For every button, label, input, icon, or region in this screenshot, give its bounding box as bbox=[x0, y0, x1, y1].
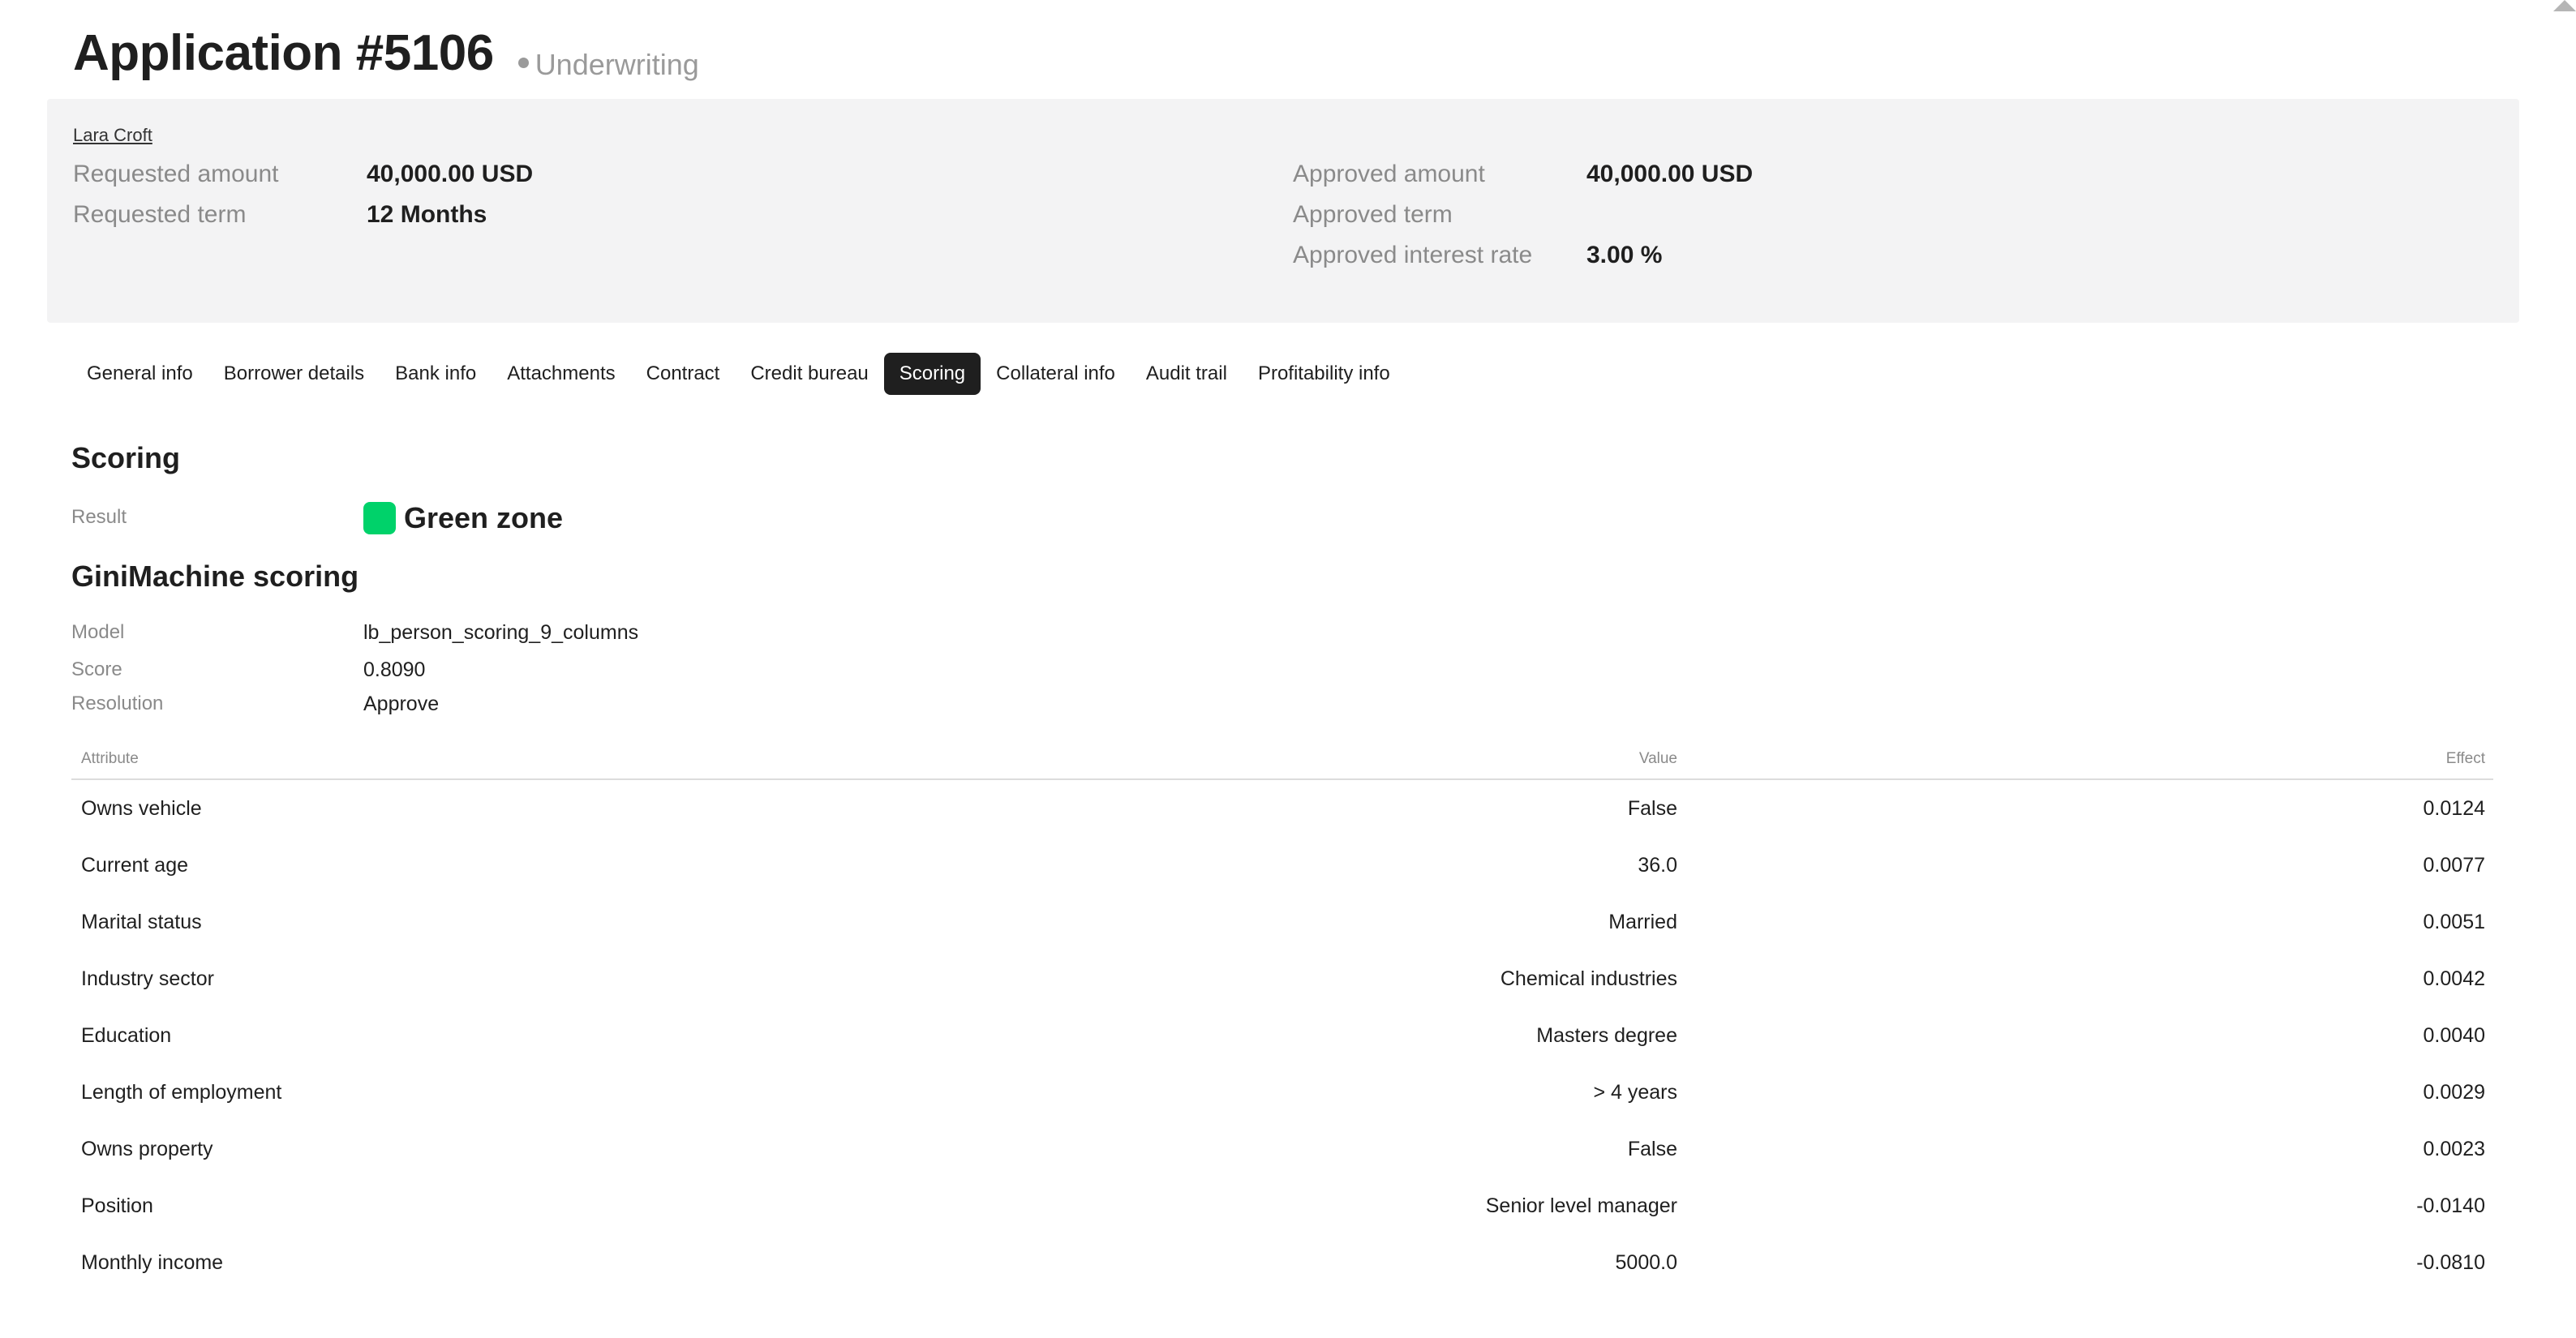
row-effect: -0.0140 bbox=[2416, 1194, 2485, 1217]
approved-term-label: Approved term bbox=[1293, 201, 1453, 228]
approved-term-row: Approved term bbox=[1293, 201, 1586, 229]
model-label: Model bbox=[71, 621, 125, 643]
resolution-label: Resolution bbox=[71, 693, 164, 714]
table-row: Owns vehicle False 0.0124 bbox=[71, 780, 2493, 837]
row-value: Chemical industries bbox=[1500, 967, 1677, 990]
row-effect: 0.0051 bbox=[2423, 910, 2485, 933]
row-effect: 0.0042 bbox=[2423, 967, 2485, 990]
scoring-attributes-table: Attribute Value Effect Owns vehicle False… bbox=[71, 740, 2493, 1291]
row-effect: 0.0023 bbox=[2423, 1137, 2485, 1160]
header-attribute: Attribute bbox=[81, 750, 139, 767]
score-label: Score bbox=[71, 658, 122, 680]
approved-amount-value: 40,000.00 USD bbox=[1586, 161, 1754, 187]
table-row: Position Senior level manager -0.0140 bbox=[71, 1177, 2493, 1234]
tab-attachments[interactable]: Attachments bbox=[492, 353, 630, 395]
score-value: 0.8090 bbox=[363, 658, 426, 681]
requested-amount-row: Requested amount 40,000.00 USD bbox=[73, 161, 533, 188]
row-value: 36.0 bbox=[1638, 853, 1677, 877]
requested-term-label: Requested term bbox=[73, 201, 247, 228]
row-attribute: Current age bbox=[81, 853, 189, 877]
table-row: Monthly income 5000.0 -0.0810 bbox=[71, 1234, 2493, 1291]
header-value: Value bbox=[1638, 750, 1677, 767]
row-effect: -0.0810 bbox=[2416, 1250, 2485, 1274]
row-value: Senior level manager bbox=[1485, 1194, 1677, 1217]
header-effect: Effect bbox=[2445, 750, 2485, 767]
result-label: Result bbox=[71, 506, 127, 528]
result-zone-text: Green zone bbox=[404, 501, 564, 534]
scroll-up-icon[interactable] bbox=[2553, 0, 2576, 11]
table-row: Industry sector Chemical industries 0.0042 bbox=[71, 950, 2493, 1007]
row-attribute: Monthly income bbox=[81, 1250, 224, 1274]
row-value: > 4 years bbox=[1593, 1080, 1677, 1104]
row-attribute: Marital status bbox=[81, 910, 202, 933]
approved-amount-label: Approved amount bbox=[1293, 161, 1485, 187]
requested-term-row: Requested term 12 Months bbox=[73, 201, 487, 229]
table-row: Owns property False 0.0023 bbox=[71, 1121, 2493, 1177]
approved-amount-row: Approved amount 40,000.00 USD bbox=[1293, 161, 1753, 188]
row-attribute: Owns vehicle bbox=[81, 796, 202, 820]
row-value: 5000.0 bbox=[1615, 1250, 1677, 1274]
requested-amount-value: 40,000.00 USD bbox=[367, 161, 534, 187]
table-header: Attribute Value Effect bbox=[71, 740, 2493, 780]
row-attribute: Position bbox=[81, 1194, 153, 1217]
tab-credit-bureau[interactable]: Credit bureau bbox=[735, 353, 883, 395]
row-value: Masters degree bbox=[1536, 1023, 1677, 1047]
borrower-link[interactable]: Lara Croft bbox=[73, 125, 152, 146]
row-attribute: Length of employment bbox=[81, 1080, 282, 1104]
tab-audit-trail[interactable]: Audit trail bbox=[1131, 353, 1243, 395]
row-value: False bbox=[1627, 796, 1677, 820]
tab-scoring[interactable]: Scoring bbox=[883, 353, 981, 395]
table-row: Education Masters degree 0.0040 bbox=[71, 1007, 2493, 1064]
approved-interest-rate-row: Approved interest rate 3.00 % bbox=[1293, 242, 1662, 269]
page-header: Application #5106 Underwriting bbox=[73, 24, 699, 82]
row-effect: 0.0077 bbox=[2423, 853, 2485, 877]
tab-bank-info[interactable]: Bank info bbox=[380, 353, 492, 395]
page-title: Application #5106 bbox=[73, 25, 494, 81]
table-row: Current age 36.0 0.0077 bbox=[71, 837, 2493, 894]
resolution-value: Approve bbox=[363, 693, 440, 715]
tab-collateral-info[interactable]: Collateral info bbox=[981, 353, 1131, 395]
status-dot-icon bbox=[517, 58, 529, 68]
row-value: False bbox=[1627, 1137, 1677, 1160]
tab-bar: General info Borrower details Bank info … bbox=[71, 353, 1406, 395]
tab-general-info[interactable]: General info bbox=[71, 353, 208, 395]
requested-term-value: 12 Months bbox=[367, 201, 487, 228]
row-attribute: Industry sector bbox=[81, 967, 214, 990]
model-value: lb_person_scoring_9_columns bbox=[363, 621, 639, 644]
result-value: Green zone bbox=[363, 501, 563, 535]
green-zone-icon bbox=[363, 502, 396, 534]
row-effect: 0.0040 bbox=[2423, 1023, 2485, 1047]
approved-interest-rate-label: Approved interest rate bbox=[1293, 242, 1533, 268]
status-badge: Underwriting bbox=[517, 47, 699, 82]
status-label: Underwriting bbox=[535, 47, 699, 81]
row-attribute: Education bbox=[81, 1023, 172, 1047]
row-effect: 0.0029 bbox=[2423, 1080, 2485, 1104]
row-attribute: Owns property bbox=[81, 1137, 213, 1160]
tab-contract[interactable]: Contract bbox=[631, 353, 736, 395]
tab-borrower-details[interactable]: Borrower details bbox=[208, 353, 380, 395]
table-body: Owns vehicle False 0.0124 Current age 36.0 0.… bbox=[71, 780, 2493, 1291]
scoring-title: Scoring bbox=[71, 441, 181, 474]
row-value: Married bbox=[1608, 910, 1677, 933]
approved-interest-rate-value: 3.00 % bbox=[1586, 242, 1663, 268]
application-summary: Lara Croft Requested amount 40,000.00 US… bbox=[47, 99, 2519, 323]
table-row: Marital status Married 0.0051 bbox=[71, 894, 2493, 950]
table-row: Length of employment > 4 years 0.0029 bbox=[71, 1064, 2493, 1121]
row-effect: 0.0124 bbox=[2423, 796, 2485, 820]
gini-scoring-title: GiniMachine scoring bbox=[71, 560, 359, 593]
tab-profitability-info[interactable]: Profitability info bbox=[1243, 353, 1406, 395]
requested-amount-label: Requested amount bbox=[73, 161, 279, 187]
